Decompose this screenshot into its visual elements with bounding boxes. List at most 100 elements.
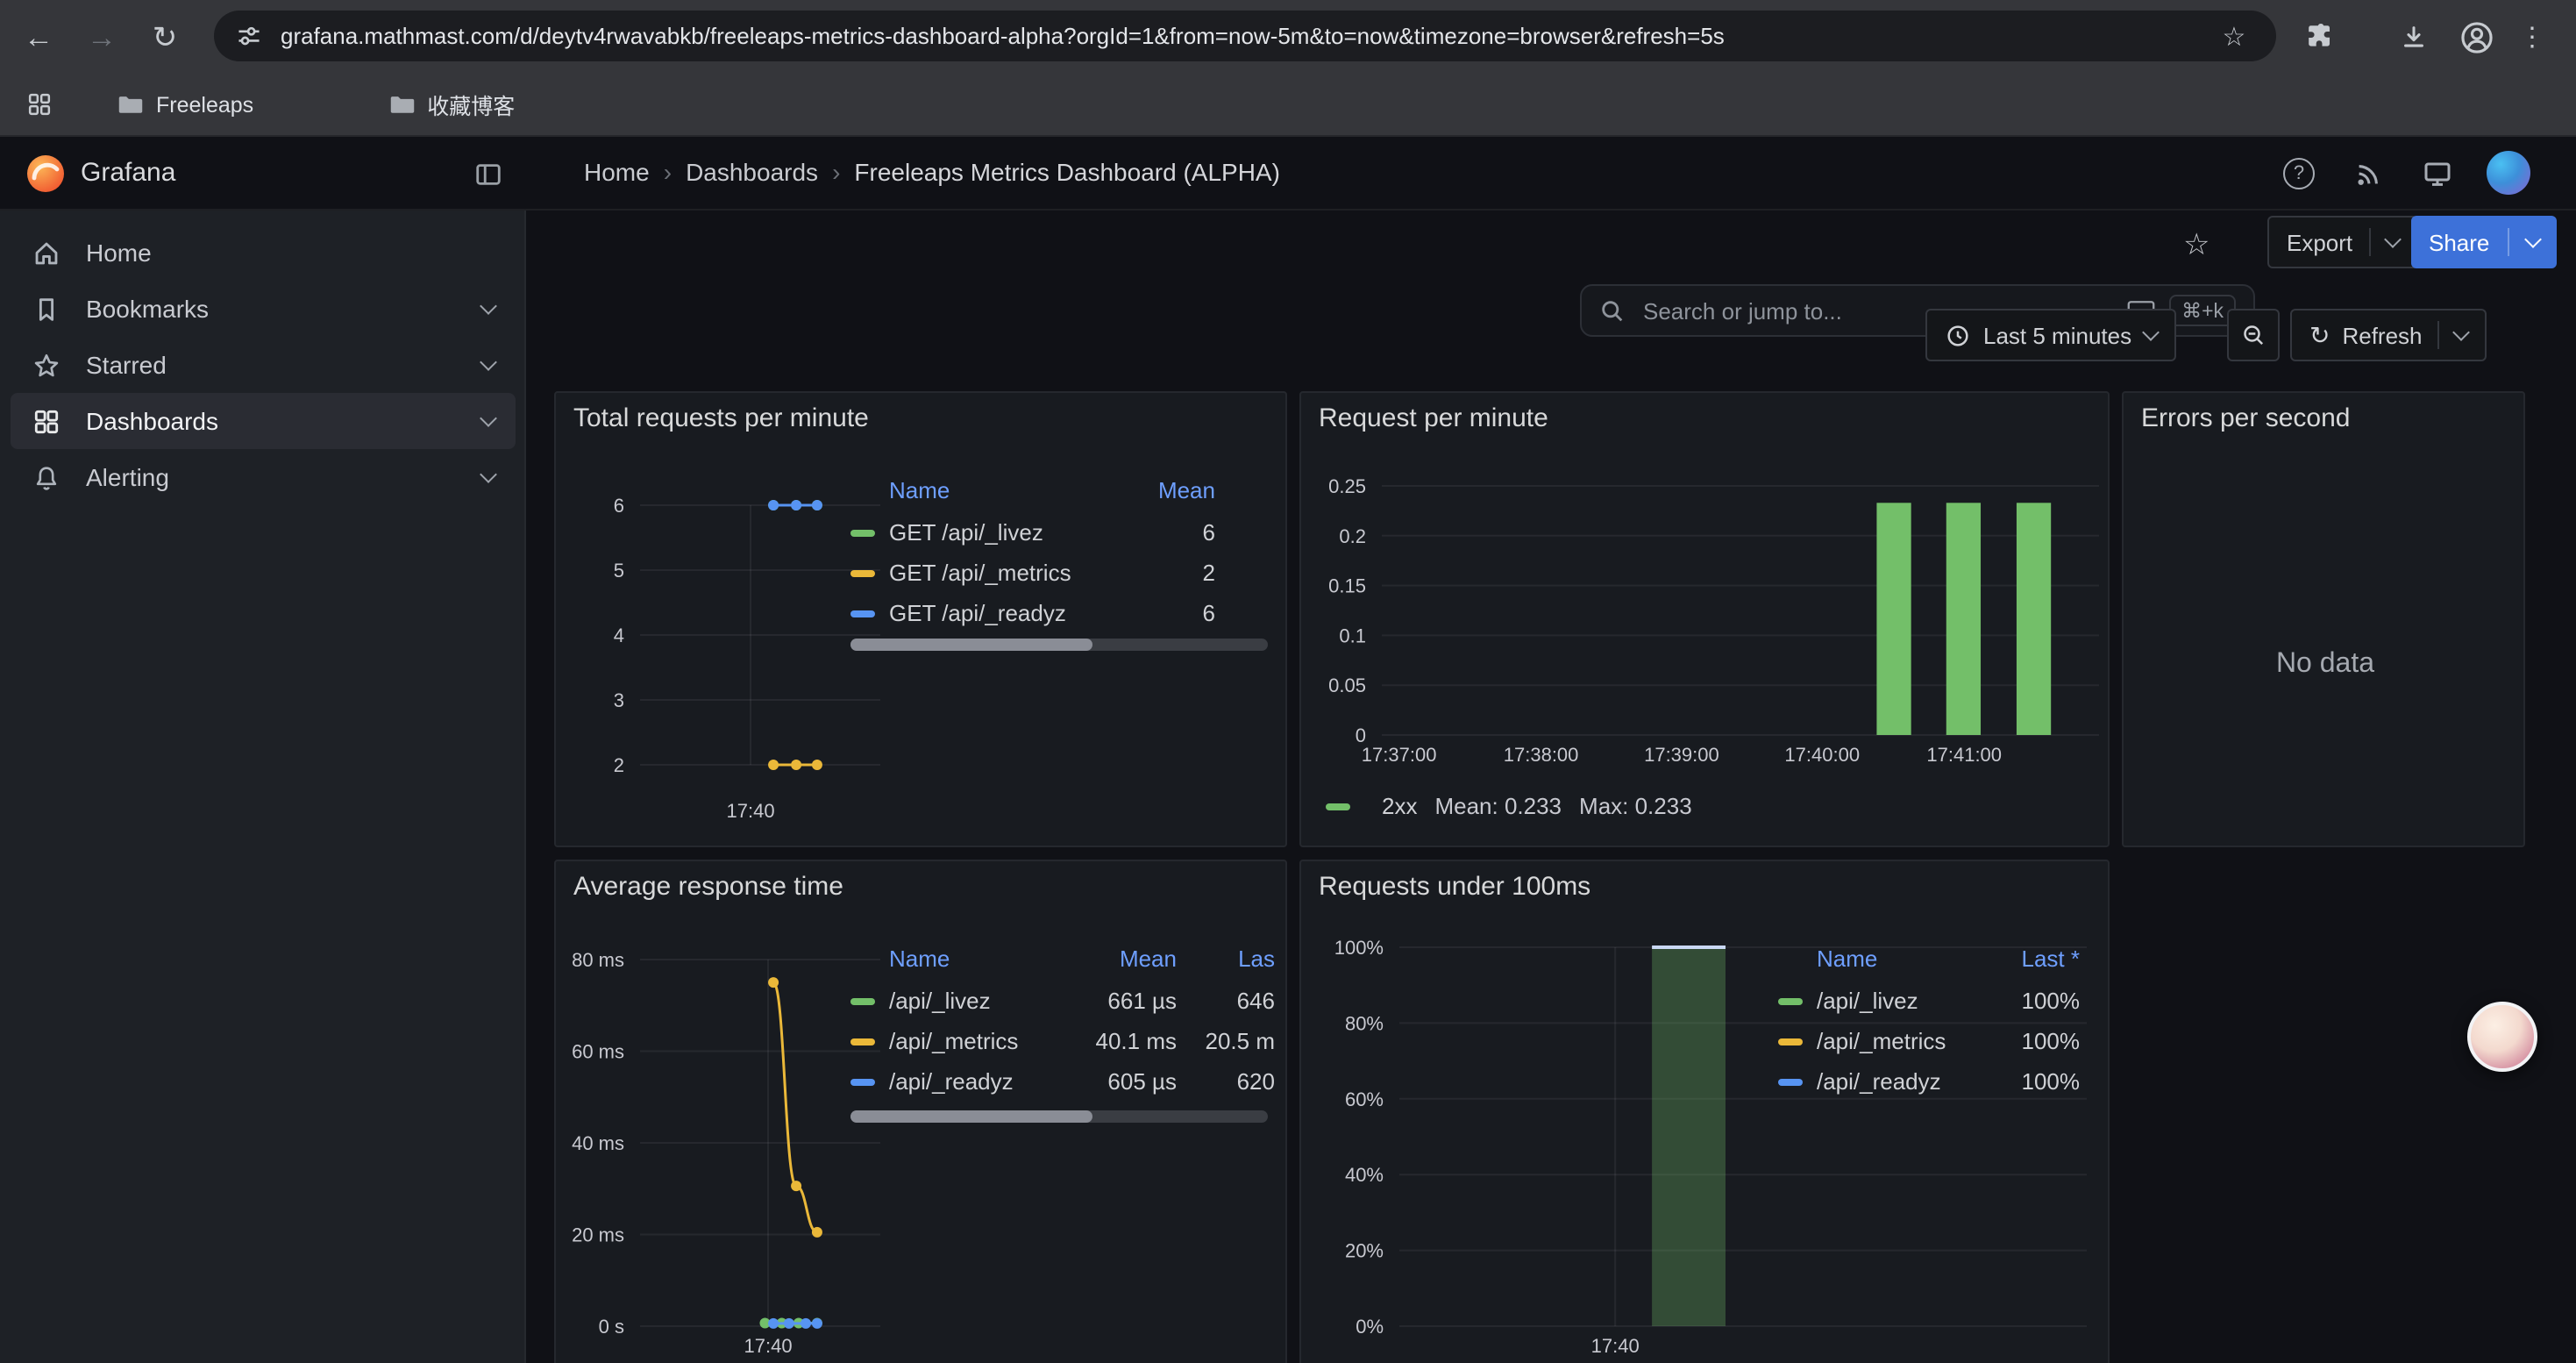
chevron-down-icon[interactable] — [480, 353, 497, 371]
series-swatch — [850, 529, 875, 536]
folder-icon — [116, 91, 146, 118]
svg-text:17:41:00: 17:41:00 — [1926, 744, 2002, 766]
back-icon[interactable]: ← — [14, 12, 63, 61]
svg-text:0%: 0% — [1356, 1316, 1384, 1338]
svg-text:20 ms: 20 ms — [572, 1224, 624, 1246]
breadcrumb-current: Freeleaps Metrics Dashboard (ALPHA) — [854, 158, 1280, 186]
sidebar-item-home[interactable]: Home — [11, 225, 516, 281]
svg-text:0.25: 0.25 — [1328, 475, 1366, 497]
legend-header-last[interactable]: Last * — [2022, 945, 2081, 971]
star-icon — [32, 350, 61, 380]
site-info-icon[interactable] — [235, 22, 263, 50]
grafana-logo[interactable] — [25, 153, 67, 195]
zoom-out-button[interactable] — [2227, 309, 2280, 361]
assistant-avatar[interactable] — [2467, 1002, 2537, 1072]
legend-row[interactable]: /api/_readyz 100% — [1778, 1061, 2080, 1102]
bookmark-label: Freeleaps — [156, 92, 253, 117]
browser-toolbar: ← → ↻ grafana.mathmast.com/d/deytv4rwava… — [0, 0, 2576, 74]
search-icon — [1599, 297, 1626, 324]
legend-table: Name Last * /api/_livez 100% /api/_metri… — [1778, 935, 2080, 1102]
legend-header-name[interactable]: Name — [889, 945, 1068, 971]
help-icon[interactable]: ? — [2274, 149, 2323, 198]
grafana-header: Grafana Home › Dashboards › Freeleaps Me… — [0, 137, 2576, 211]
panel-title[interactable]: Errors per second — [2141, 403, 2350, 433]
side-panel-grid-icon[interactable] — [14, 80, 63, 129]
bookmark-star-icon[interactable]: ☆ — [2210, 12, 2259, 61]
brand-name[interactable]: Grafana — [81, 158, 175, 188]
no-data-message: No data — [2124, 649, 2527, 681]
series-swatch — [850, 569, 875, 576]
sidebar-item-alerting[interactable]: Alerting — [11, 449, 516, 505]
legend-row[interactable]: /api/_metrics 100% — [1778, 1021, 2080, 1061]
screen: ← → ↻ grafana.mathmast.com/d/deytv4rwava… — [0, 0, 2576, 1363]
legend-row[interactable]: GET /api/_livez 6 — [850, 512, 1215, 553]
legend-scrollbar[interactable] — [850, 639, 1268, 651]
legend-header-mean[interactable]: Mean — [1068, 945, 1177, 971]
legend-header-last[interactable]: Las — [1177, 945, 1275, 971]
bookmark-folder-blog[interactable]: 收藏博客 — [373, 81, 529, 128]
time-range-picker[interactable]: Last 5 minutes — [1925, 309, 2175, 361]
svg-text:17:37:00: 17:37:00 — [1362, 744, 1437, 766]
series-swatch — [850, 997, 875, 1004]
sidebar-item-bookmarks[interactable]: Bookmarks — [11, 281, 516, 337]
legend-row[interactable]: /api/_livez 661 µs 646 — [850, 981, 1275, 1021]
browser-profile-icon[interactable] — [2451, 12, 2501, 61]
forward-icon[interactable]: → — [77, 12, 126, 61]
share-button[interactable]: Share — [2411, 216, 2556, 268]
legend-header-mean[interactable]: Mean — [1158, 476, 1215, 503]
chevron-down-icon — [2524, 231, 2542, 248]
legend-row[interactable]: GET /api/_readyz 6 — [850, 593, 1215, 633]
svg-text:17:40: 17:40 — [744, 1335, 793, 1357]
dock-sidebar-icon[interactable] — [463, 149, 512, 198]
svg-text:0.2: 0.2 — [1339, 525, 1366, 547]
export-button[interactable]: Export — [2267, 216, 2417, 268]
svg-text:0.1: 0.1 — [1339, 624, 1366, 646]
sidebar-item-starred[interactable]: Starred — [11, 337, 516, 393]
legend-row[interactable]: /api/_readyz 605 µs 620 — [850, 1061, 1275, 1102]
panel-avg-response-time[interactable]: Average response time 80 ms60 ms40 ms20 … — [554, 860, 1287, 1363]
chevron-down-icon[interactable] — [480, 410, 497, 427]
panel-errors-per-second[interactable]: Errors per second No data — [2122, 391, 2525, 847]
downloads-icon[interactable] — [2388, 12, 2437, 61]
legend-row[interactable]: GET /api/_metrics 2 — [850, 553, 1215, 593]
series-swatch — [1778, 997, 1803, 1004]
chevron-down-icon[interactable] — [480, 297, 497, 315]
panel-total-requests[interactable]: Total requests per minute 6543217:40 Nam… — [554, 391, 1287, 847]
search-shortcut: ⌘+k — [2169, 295, 2236, 326]
legend-header-name[interactable]: Name — [889, 476, 950, 503]
refresh-button[interactable]: ↻ Refresh — [2290, 309, 2487, 361]
svg-text:17:40:00: 17:40:00 — [1784, 744, 1860, 766]
address-bar[interactable]: grafana.mathmast.com/d/deytv4rwavabkb/fr… — [214, 11, 2276, 61]
favorite-dashboard-icon[interactable]: ☆ — [2183, 228, 2210, 263]
scrollbar-thumb[interactable] — [850, 1110, 1092, 1123]
extensions-icon[interactable] — [2295, 12, 2345, 61]
bookmark-folder-freeleaps[interactable]: Freeleaps — [102, 84, 267, 125]
breadcrumb-home[interactable]: Home — [584, 158, 650, 186]
legend-header-row: Name Last * — [1778, 935, 2080, 981]
news-rss-icon[interactable] — [2343, 149, 2392, 198]
browser-menu-icon[interactable]: ⋮ — [2508, 12, 2557, 61]
series-swatch — [850, 1078, 875, 1085]
series-name[interactable]: 2xx — [1382, 793, 1417, 819]
legend-header-name[interactable]: Name — [1817, 945, 1877, 971]
chevron-down-icon — [2453, 324, 2471, 341]
breadcrumb-dashboards[interactable]: Dashboards — [686, 158, 818, 186]
bookmark-icon — [32, 294, 61, 324]
svg-text:5: 5 — [614, 560, 624, 582]
svg-text:60 ms: 60 ms — [572, 1041, 624, 1063]
panel-request-per-minute[interactable]: Request per minute 0.250.20.150.10.05017… — [1299, 391, 2110, 847]
chart-legend: 2xx Mean: 0.233 Max: 0.233 — [1326, 793, 1692, 819]
series-swatch — [850, 1038, 875, 1045]
reload-icon[interactable]: ↻ — [140, 12, 189, 61]
svg-text:80 ms: 80 ms — [572, 949, 624, 971]
monitor-icon[interactable] — [2413, 149, 2462, 198]
scrollbar-thumb[interactable] — [850, 639, 1092, 651]
legend-scrollbar[interactable] — [850, 1110, 1268, 1123]
chevron-down-icon[interactable] — [480, 466, 497, 483]
panel-requests-under-100ms[interactable]: Requests under 100ms 100%80%60%40%20%0%1… — [1299, 860, 2110, 1363]
url-text[interactable]: grafana.mathmast.com/d/deytv4rwavabkb/fr… — [281, 23, 2276, 49]
sidebar-item-dashboards[interactable]: Dashboards — [11, 393, 516, 449]
user-avatar[interactable] — [2487, 151, 2530, 195]
legend-row[interactable]: /api/_metrics 40.1 ms 20.5 m — [850, 1021, 1275, 1061]
legend-row[interactable]: /api/_livez 100% — [1778, 981, 2080, 1021]
